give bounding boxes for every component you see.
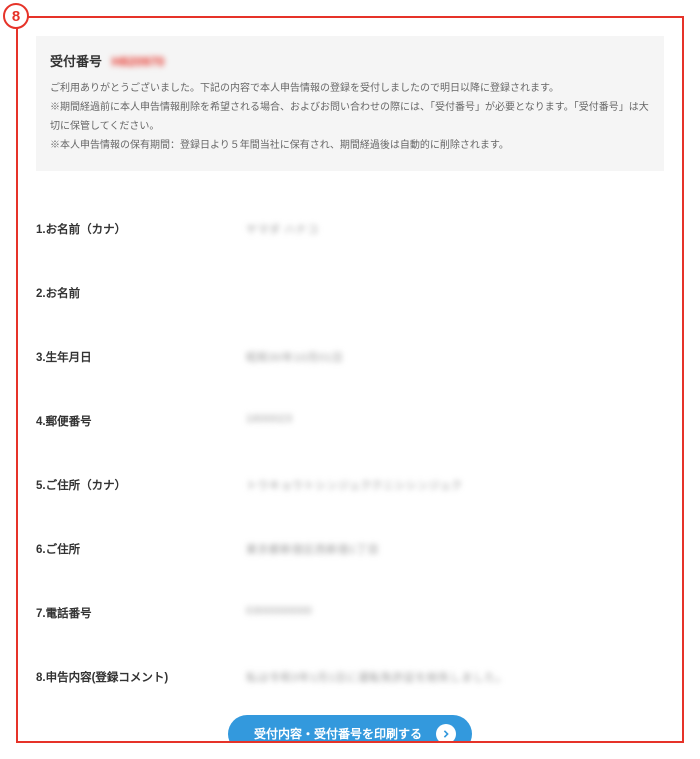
info-line-2: ※期間経過前に本人申告情報削除を希望される場合、およびお問い合わせの際には、「受… [50,98,650,136]
field-value-name-kana: ヤマダ ハナコ [246,221,319,237]
field-label-name: 2.お名前 [36,285,246,301]
field-value-postal: 1600023 [246,413,292,425]
print-button[interactable]: 受付内容・受付番号を印刷する [228,715,472,743]
field-label-address-kana: 5.ご住所（カナ） [36,477,246,493]
field-row: 4.郵便番号 1600023 [36,413,664,429]
field-row: 6.ご住所 東京都新宿区西新宿1丁目 [36,541,664,557]
field-label-phone: 7.電話番号 [36,605,246,621]
info-line-1: ご利用ありがとうございました。下記の内容で本人申告情報の登録を受付しましたので明… [50,79,650,98]
receipt-heading-text: 受付番号 [50,54,102,69]
field-row: 8.申告内容(登録コメント) 私は令和3年1月1日に運転免許証を紛失しました。 [36,669,664,685]
field-label-comment: 8.申告内容(登録コメント) [36,669,246,685]
print-button-label: 受付内容・受付番号を印刷する [254,725,422,742]
field-value-phone: 0300000000 [246,605,312,617]
fields-list: 1.お名前（カナ） ヤマダ ハナコ 2.お名前 3.生年月日 昭和30年10月0… [36,221,664,685]
button-wrap: 受付内容・受付番号を印刷する [36,715,664,743]
field-label-birthdate: 3.生年月日 [36,349,246,365]
confirmation-info-box: 受付番号 H820970 ご利用ありがとうございました。下記の内容で本人申告情報… [36,36,664,171]
field-row: 2.お名前 [36,285,664,301]
receipt-heading: 受付番号 H820970 [50,50,650,75]
field-row: 5.ご住所（カナ） トウキョウトシンジュククニシシンジュク [36,477,664,493]
field-row: 7.電話番号 0300000000 [36,605,664,621]
info-line-3: ※本人申告情報の保有期間：登録日より５年間当社に保有され、期間経過後は自動的に削… [50,136,650,155]
field-label-postal: 4.郵便番号 [36,413,246,429]
field-value-comment: 私は令和3年1月1日に運転免許証を紛失しました。 [246,669,507,685]
step-number: 8 [12,8,20,25]
step-badge: 8 [3,3,29,29]
field-row: 1.お名前（カナ） ヤマダ ハナコ [36,221,664,237]
field-label-address: 6.ご住所 [36,541,246,557]
chevron-right-icon [436,724,456,743]
field-value-address: 東京都新宿区西新宿1丁目 [246,541,379,557]
field-value-address-kana: トウキョウトシンジュククニシシンジュク [246,477,463,493]
field-label-name-kana: 1.お名前（カナ） [36,221,246,237]
field-value-birthdate: 昭和30年10月01日 [246,349,343,365]
receipt-number: H820970 [112,54,165,69]
main-frame: 受付番号 H820970 ご利用ありがとうございました。下記の内容で本人申告情報… [16,16,684,743]
field-row: 3.生年月日 昭和30年10月01日 [36,349,664,365]
